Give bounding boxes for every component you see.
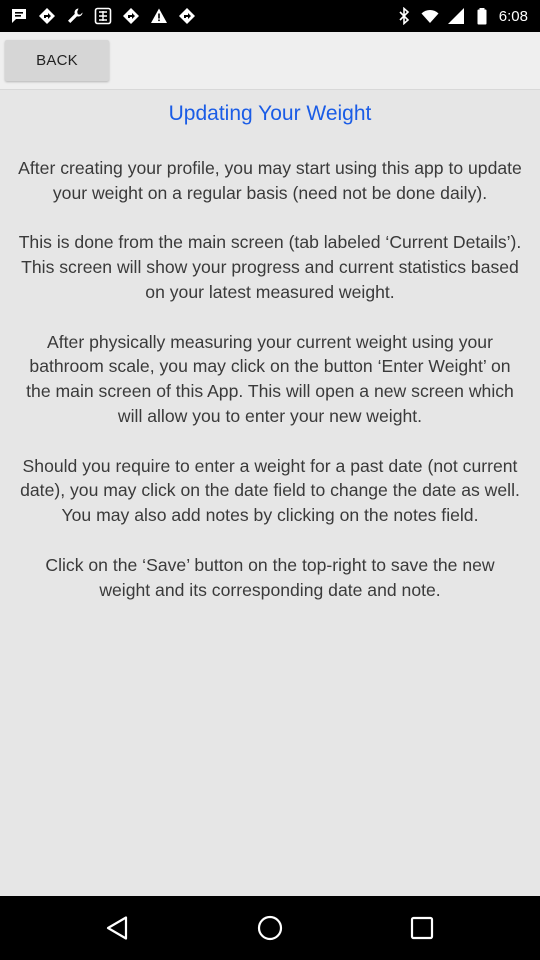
back-button[interactable]: BACK bbox=[5, 40, 109, 81]
screen: 6:08 BACK Updating Your Weight After cre… bbox=[0, 0, 540, 960]
back-triangle-icon[interactable] bbox=[102, 912, 134, 944]
status-bar: 6:08 bbox=[0, 0, 540, 32]
help-paragraph: This is done from the main screen (tab l… bbox=[18, 232, 522, 302]
help-paragraph: Click on the ‘Save’ button on the top-ri… bbox=[45, 554, 495, 600]
wifi-icon bbox=[421, 7, 439, 25]
navigation-icon bbox=[178, 7, 196, 25]
message-icon bbox=[10, 7, 28, 25]
warning-icon bbox=[150, 7, 168, 25]
navigation-icon bbox=[38, 7, 56, 25]
navigation-bar bbox=[0, 896, 540, 960]
system-icons: 6:08 bbox=[395, 0, 540, 32]
bluetooth-icon bbox=[395, 7, 413, 25]
clock: 6:08 bbox=[498, 7, 528, 25]
action-bar: BACK bbox=[0, 32, 540, 90]
help-paragraph: After physically measuring your current … bbox=[26, 331, 514, 426]
recents-square-icon[interactable] bbox=[406, 912, 438, 944]
page-title: Updating Your Weight bbox=[168, 102, 372, 125]
signal-icon bbox=[447, 7, 465, 25]
wrench-icon bbox=[66, 7, 84, 25]
battery-icon bbox=[473, 7, 491, 25]
help-content: Updating Your Weight After creating your… bbox=[0, 90, 540, 896]
help-paragraph: After creating your profile, you may sta… bbox=[18, 158, 522, 203]
help-body: After creating your profile, you may sta… bbox=[18, 156, 522, 602]
home-circle-icon[interactable] bbox=[254, 912, 286, 944]
notification-icons bbox=[0, 0, 196, 32]
sports-icon bbox=[94, 7, 112, 25]
navigation-icon bbox=[122, 7, 140, 25]
help-paragraph: Should you require to enter a weight for… bbox=[20, 455, 520, 526]
